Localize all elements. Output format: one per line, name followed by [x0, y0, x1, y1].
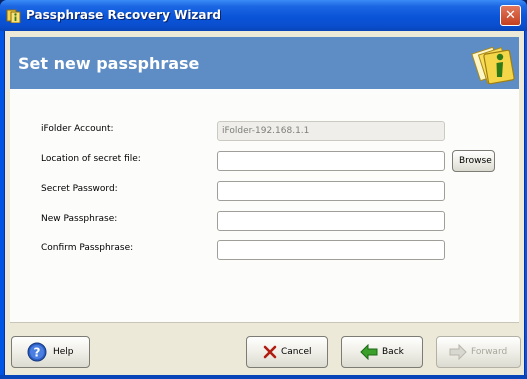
secret-password-input[interactable] — [217, 181, 445, 201]
back-arrow-icon — [360, 344, 378, 360]
back-button-label: Back — [382, 347, 404, 357]
cancel-button[interactable]: Cancel — [246, 336, 328, 368]
cancel-button-label: Cancel — [281, 347, 312, 357]
new-passphrase-label: New Passphrase: — [41, 214, 118, 224]
window-title: Passphrase Recovery Wizard — [26, 8, 222, 22]
secret-password-label: Secret Password: — [41, 184, 118, 194]
form-page: iFolder Account: Location of secret file… — [10, 89, 519, 323]
help-icon: ? — [27, 342, 47, 362]
confirm-passphrase-input[interactable] — [217, 240, 445, 260]
wizard-window: Passphrase Recovery Wizard ✕ Set new pas… — [0, 0, 527, 379]
help-button-label: Help — [53, 347, 74, 357]
ifolder-logo-icon — [471, 46, 515, 85]
back-button[interactable]: Back — [341, 336, 423, 368]
browse-button[interactable]: Browse — [452, 150, 495, 172]
confirm-passphrase-label: Confirm Passphrase: — [41, 243, 134, 253]
close-button[interactable]: ✕ — [500, 5, 521, 26]
account-label: iFolder Account: — [41, 124, 114, 134]
help-button[interactable]: ? Help — [11, 336, 90, 368]
svg-text:?: ? — [34, 346, 41, 360]
account-field — [217, 121, 445, 141]
window-bottom-border — [0, 375, 527, 379]
wizard-header: Set new passphrase — [10, 37, 519, 89]
ifolder-app-icon — [6, 9, 21, 23]
browse-button-label: Browse — [459, 156, 492, 166]
new-passphrase-input[interactable] — [217, 211, 445, 231]
wizard-client-area: Set new passphrase iFolder Account: Loca… — [4, 31, 525, 375]
secret-file-input[interactable] — [217, 151, 445, 171]
forward-arrow-icon — [449, 344, 467, 360]
title-bar[interactable]: Passphrase Recovery Wizard ✕ — [0, 0, 527, 31]
close-icon: ✕ — [505, 8, 516, 23]
forward-button[interactable]: Forward — [436, 336, 521, 368]
secret-file-label: Location of secret file: — [41, 154, 141, 164]
cancel-icon — [263, 345, 277, 359]
page-title: Set new passphrase — [18, 54, 200, 73]
forward-button-label: Forward — [471, 347, 508, 357]
